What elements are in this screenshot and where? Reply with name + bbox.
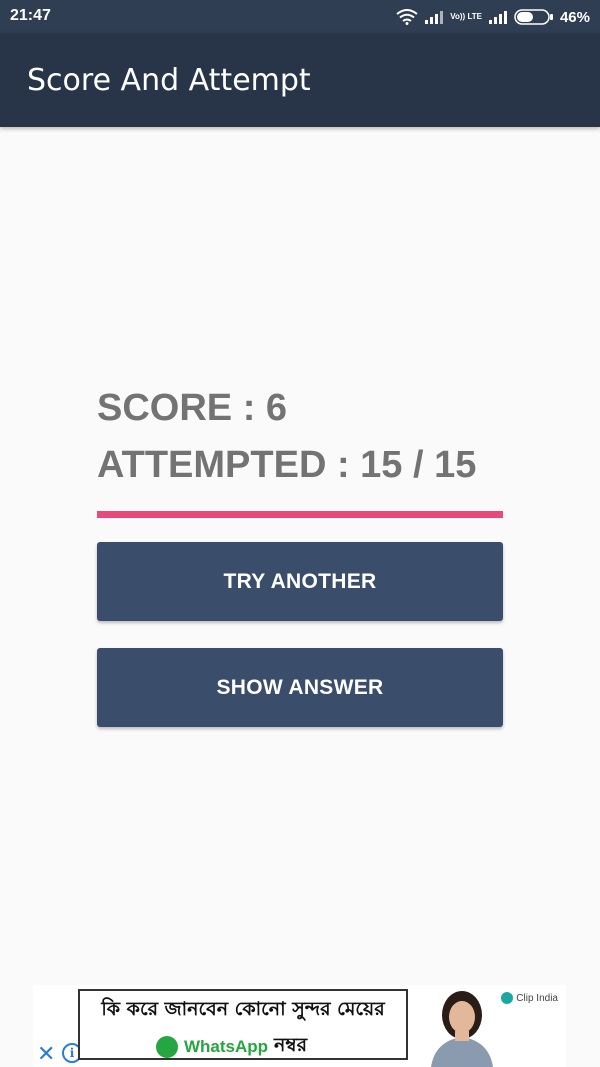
status-bar: 21:47 Vo)) LTE 46% (0, 0, 600, 33)
page-title: Score And Attempt (27, 63, 311, 98)
whatsapp-icon (156, 1036, 178, 1058)
show-answer-button[interactable]: SHOW ANSWER (97, 648, 503, 727)
score-text: SCORE : 6 (97, 387, 288, 429)
ad-number-word: নম্বর (274, 1034, 308, 1056)
volte-label: Vo)) LTE (450, 12, 482, 21)
ad-portrait-image (421, 985, 503, 1067)
close-icon[interactable]: ✕ (37, 1043, 55, 1065)
volte-icon: Vo)) LTE (450, 13, 482, 21)
ad-headline: কি করে জানবেন কোনো সুন্দর মেয়ের (101, 998, 385, 1020)
app-bar: Score And Attempt (0, 33, 600, 127)
status-time: 21:47 (10, 7, 51, 24)
battery-icon (514, 9, 553, 25)
signal-icon (425, 11, 444, 24)
accent-divider (97, 511, 503, 518)
ad-brand: Clip India (501, 992, 558, 1004)
ad-banner[interactable]: ✕ i কি করে জানবেন কোনো সুন্দর মেয়ের Wha… (33, 985, 566, 1067)
ad-subline: WhatsApp নম্বর (156, 1031, 307, 1063)
battery-percent: 46% (559, 8, 590, 26)
whatsapp-label: WhatsApp (184, 1037, 269, 1056)
status-icons: Vo)) LTE 46% (396, 6, 590, 28)
brand-logo-icon (501, 992, 514, 1004)
try-another-button[interactable]: TRY ANOTHER (97, 542, 503, 621)
wifi-icon (396, 9, 418, 25)
ad-text-box[interactable]: কি করে জানবেন কোনো সুন্দর মেয়ের WhatsAp… (78, 989, 408, 1060)
result-summary: SCORE : 6 ATTEMPTED : 15 / 15 (97, 380, 503, 494)
attempted-text: ATTEMPTED : 15 / 15 (97, 444, 477, 486)
brand-name: Clip India (516, 992, 558, 1004)
signal-icon (488, 11, 507, 24)
